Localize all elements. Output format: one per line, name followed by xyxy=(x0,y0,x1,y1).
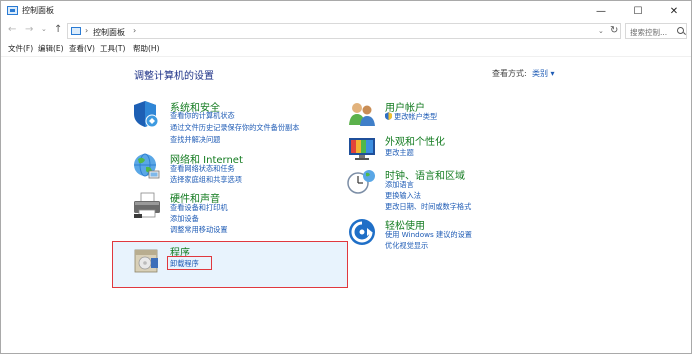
up-button[interactable]: ↑ xyxy=(54,24,62,35)
menu-view[interactable]: 查看(V) xyxy=(69,43,95,54)
breadcrumb-separator[interactable]: › xyxy=(133,26,136,35)
address-bar[interactable]: › 控制面板 › ⌄ ↻ xyxy=(67,23,621,39)
navigation-bar: ← → ⌄ ↑ › 控制面板 › ⌄ ↻ 搜索控制... xyxy=(1,21,691,41)
clock-globe-icon xyxy=(347,170,375,194)
menu-file[interactable]: 文件(F) xyxy=(8,43,33,54)
search-placeholder: 搜索控制... xyxy=(630,28,668,37)
link-change-account-type[interactable]: 更改帐户类型 xyxy=(385,112,437,122)
breadcrumb-control-panel[interactable]: 控制面板 xyxy=(93,27,125,38)
search-icon[interactable] xyxy=(677,27,684,34)
network-icon xyxy=(134,153,160,179)
category-appearance: 外观和个性化 更改主题 xyxy=(347,133,547,161)
category-user-accounts: 用户帐户 更改帐户类型 xyxy=(347,99,547,127)
maximize-button[interactable]: ☐ xyxy=(620,1,656,21)
link-change-input-method[interactable]: 更换输入法 xyxy=(385,191,421,201)
category-network-internet: 网络和 Internet 查看网络状态和任务 选择家庭组和共享选项 xyxy=(132,151,352,185)
link-recommended-settings[interactable]: 使用 Windows 建议的设置 xyxy=(385,230,472,240)
category-programs: 程序 卸载程序 xyxy=(132,244,332,278)
link-optimize-visual-display[interactable]: 优化视觉显示 xyxy=(385,241,428,251)
menu-bar: 文件(F) 编辑(E) 查看(V) 工具(T) 帮助(H) xyxy=(1,41,691,55)
menu-tools[interactable]: 工具(T) xyxy=(100,43,125,54)
forward-button[interactable]: → xyxy=(25,24,33,35)
link-add-device[interactable]: 添加设备 xyxy=(170,214,199,224)
link-file-history-backup[interactable]: 通过文件历史记录保存你的文件备份副本 xyxy=(170,123,299,133)
close-button[interactable]: ✕ xyxy=(656,1,692,21)
title-bar: 控制面板 — ☐ ✕ xyxy=(1,1,691,21)
printer-icon xyxy=(134,192,160,218)
shield-icon xyxy=(134,101,159,128)
recent-locations-button[interactable]: ⌄ xyxy=(41,25,47,33)
link-change-theme[interactable]: 更改主题 xyxy=(385,148,414,158)
link-add-language[interactable]: 添加语言 xyxy=(385,180,414,190)
refresh-button[interactable]: ↻ xyxy=(610,25,618,36)
page-title: 调整计算机的设置 xyxy=(134,71,214,82)
category-system-security: 系统和安全 查看你的计算机状态 通过文件历史记录保存你的文件备份副本 查找并解决… xyxy=(132,99,352,145)
search-input[interactable]: 搜索控制... xyxy=(625,23,687,39)
back-button[interactable]: ← xyxy=(8,24,16,35)
ease-of-access-icon xyxy=(349,219,375,245)
menu-edit[interactable]: 编辑(E) xyxy=(38,43,64,54)
link-homegroup-sharing[interactable]: 选择家庭组和共享选项 xyxy=(170,175,242,185)
display-icon xyxy=(349,138,375,160)
users-icon xyxy=(349,103,375,126)
view-by-label: 查看方式: xyxy=(492,69,527,78)
control-panel-icon xyxy=(71,27,81,35)
uninstall-highlight xyxy=(167,256,212,270)
link-devices-printers[interactable]: 查看设备和打印机 xyxy=(170,203,228,213)
window-title: 控制面板 xyxy=(22,6,54,15)
link-view-computer-status[interactable]: 查看你的计算机状态 xyxy=(170,111,235,121)
view-by-dropdown[interactable]: 类别 ▾ xyxy=(532,68,555,79)
category-ease-of-access: 轻松使用 使用 Windows 建议的设置 优化视觉显示 xyxy=(347,217,547,253)
control-panel-window: 控制面板 — ☐ ✕ ← → ⌄ ↑ › 控制面板 › ⌄ ↻ 搜索控制... … xyxy=(0,0,692,354)
category-hardware-sound: 硬件和声音 查看设备和打印机 添加设备 调整常用移动设置 xyxy=(132,190,352,236)
link-troubleshoot[interactable]: 查找并解决问题 xyxy=(170,135,220,145)
divider xyxy=(1,56,691,57)
link-network-status[interactable]: 查看网络状态和任务 xyxy=(170,164,235,174)
control-panel-icon xyxy=(7,6,18,15)
category-title[interactable]: 外观和个性化 xyxy=(385,133,445,148)
link-mobility-settings[interactable]: 调整常用移动设置 xyxy=(170,225,228,235)
link-change-account-type-label: 更改帐户类型 xyxy=(394,112,438,121)
menu-help[interactable]: 帮助(H) xyxy=(133,43,160,54)
minimize-button[interactable]: — xyxy=(583,1,619,21)
category-clock-language-region: 时钟、语言和区域 添加语言 更换输入法 更改日期、时间或数字格式 xyxy=(347,167,547,213)
programs-icon xyxy=(134,249,158,273)
breadcrumb-separator[interactable]: › xyxy=(85,26,88,35)
address-dropdown-button[interactable]: ⌄ xyxy=(598,27,604,35)
link-date-time-number-format[interactable]: 更改日期、时间或数字格式 xyxy=(385,202,471,212)
uac-shield-icon xyxy=(385,112,392,120)
